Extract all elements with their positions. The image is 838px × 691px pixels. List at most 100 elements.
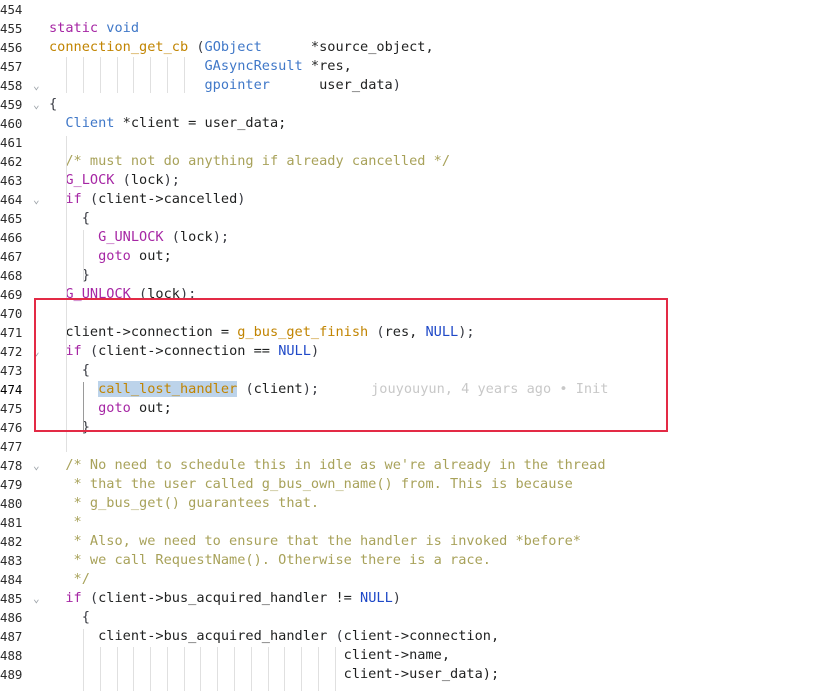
line-number: 480 — [0, 496, 23, 511]
code-text: GAsyncResult *res, — [49, 57, 352, 76]
code-text: { — [49, 608, 90, 627]
code-token: ( — [122, 172, 131, 188]
line-number: 460 — [0, 116, 23, 131]
indent-guide — [150, 647, 151, 691]
indent-guide — [117, 647, 118, 691]
code-text: client->bus_acquired_handler (client->co… — [49, 627, 499, 646]
code-line[interactable]: 466 G_UNLOCK (lock); — [0, 228, 838, 247]
code-token: connection_get_cb — [49, 39, 189, 55]
code-token: { — [49, 96, 58, 112]
line-number: 489 — [0, 667, 23, 682]
code-line[interactable]: 483 * we call RequestName(). Otherwise t… — [0, 551, 838, 570]
code-line[interactable]: 477 — [0, 437, 838, 456]
indent-guide — [83, 57, 84, 93]
code-line[interactable]: 463 G_LOCK (lock); — [0, 171, 838, 190]
line-number: 484 — [0, 572, 23, 587]
code-line[interactable]: 487 client->bus_acquired_handler (client… — [0, 627, 838, 646]
code-token: * — [49, 514, 82, 530]
code-token: ( — [89, 590, 99, 606]
code-text: /* No need to schedule this in idle as w… — [49, 456, 605, 475]
code-line[interactable]: 485 ⌄ if (client->bus_acquired_handler !=… — [0, 589, 838, 608]
code-line[interactable]: 454 — [0, 0, 838, 19]
code-text: client->name, — [49, 646, 450, 665]
code-text: * g_bus_get() guarantees that. — [49, 494, 320, 513]
code-token: G_UNLOCK — [98, 229, 164, 245]
code-text: static void — [49, 19, 139, 38]
code-line[interactable]: 457 GAsyncResult *res, — [0, 57, 838, 76]
code-token: goto — [98, 248, 131, 264]
indent-guide — [217, 647, 218, 691]
code-token: G_LOCK — [65, 172, 115, 188]
code-text: if (client->cancelled) — [49, 190, 245, 209]
line-number: 462 — [0, 154, 23, 169]
code-line[interactable]: 479 * that the user called g_bus_own_nam… — [0, 475, 838, 494]
code-token: */ — [49, 571, 90, 587]
code-token: user_data — [269, 77, 393, 93]
code-line[interactable]: 455 static void — [0, 19, 838, 38]
indent-guide — [83, 230, 84, 282]
code-line[interactable]: 458 ⌄ gpointer user_data) — [0, 76, 838, 95]
code-line[interactable]: 481 * — [0, 513, 838, 532]
code-line[interactable]: 461 — [0, 133, 838, 152]
indent-guide — [133, 57, 134, 93]
highlight-annotation-box — [34, 298, 668, 432]
code-line[interactable]: 462 /* must not do anything if already c… — [0, 152, 838, 171]
chevron-down-icon[interactable]: ⌄ — [33, 190, 43, 209]
code-text: G_UNLOCK (lock); — [49, 228, 229, 247]
code-token: ( — [171, 229, 180, 245]
code-text: /* must not do anything if already cance… — [49, 152, 450, 171]
code-text: * we call RequestName(). Otherwise there… — [49, 551, 491, 570]
code-token: ( — [335, 628, 344, 644]
code-token: * we call RequestName(). Otherwise there… — [49, 552, 491, 568]
code-token: out; — [130, 248, 172, 264]
line-number: 468 — [0, 268, 23, 283]
line-number: 465 — [0, 211, 23, 226]
line-number: 475 — [0, 401, 23, 416]
code-line[interactable]: 464 ⌄ if (client->cancelled) — [0, 190, 838, 209]
code-token: gpointer — [204, 77, 270, 93]
code-line[interactable]: 467 goto out; — [0, 247, 838, 266]
code-token: static — [49, 20, 99, 36]
indent-guide — [150, 57, 151, 93]
code-token: client->name, — [49, 647, 451, 663]
code-text: goto out; — [49, 247, 172, 266]
line-number: 455 — [0, 21, 23, 36]
code-token: client->bus_acquired_handler — [49, 628, 336, 644]
chevron-down-icon[interactable]: ⌄ — [33, 95, 43, 114]
code-text: Client *client = user_data; — [49, 114, 286, 133]
code-line[interactable]: 465 { — [0, 209, 838, 228]
code-line[interactable]: 460 Client *client = user_data; — [0, 114, 838, 133]
code-line[interactable]: 484 */ — [0, 570, 838, 589]
indent-guide — [234, 647, 235, 691]
code-line[interactable]: 489 client->user_data); — [0, 665, 838, 684]
indent-guide — [100, 647, 101, 691]
code-line[interactable]: 478 ⌄ /* No need to schedule this in idle… — [0, 456, 838, 475]
code-line[interactable]: 482 * Also, we need to ensure that the h… — [0, 532, 838, 551]
code-line[interactable]: 480 * g_bus_get() guarantees that. — [0, 494, 838, 513]
code-token: { — [81, 210, 90, 226]
line-number: 476 — [0, 420, 23, 435]
code-line[interactable]: 456 connection_get_cb (GObject *source_ob… — [0, 38, 838, 57]
code-token: ) — [392, 590, 401, 606]
code-token: *source_object, — [261, 39, 434, 55]
code-line[interactable]: 486 { — [0, 608, 838, 627]
chevron-down-icon[interactable]: ⌄ — [33, 456, 43, 475]
indent-guide — [318, 647, 319, 691]
chevron-down-icon[interactable]: ⌄ — [33, 76, 43, 95]
code-line[interactable]: 468 } — [0, 266, 838, 285]
code-line[interactable]: 488 client->name, — [0, 646, 838, 665]
code-token: /* must not do anything if already cance… — [65, 153, 451, 169]
code-line[interactable]: 459 ⌄ { — [0, 95, 838, 114]
indent-guide — [184, 57, 185, 93]
chevron-down-icon[interactable]: ⌄ — [33, 589, 43, 608]
line-number: 469 — [0, 287, 23, 302]
